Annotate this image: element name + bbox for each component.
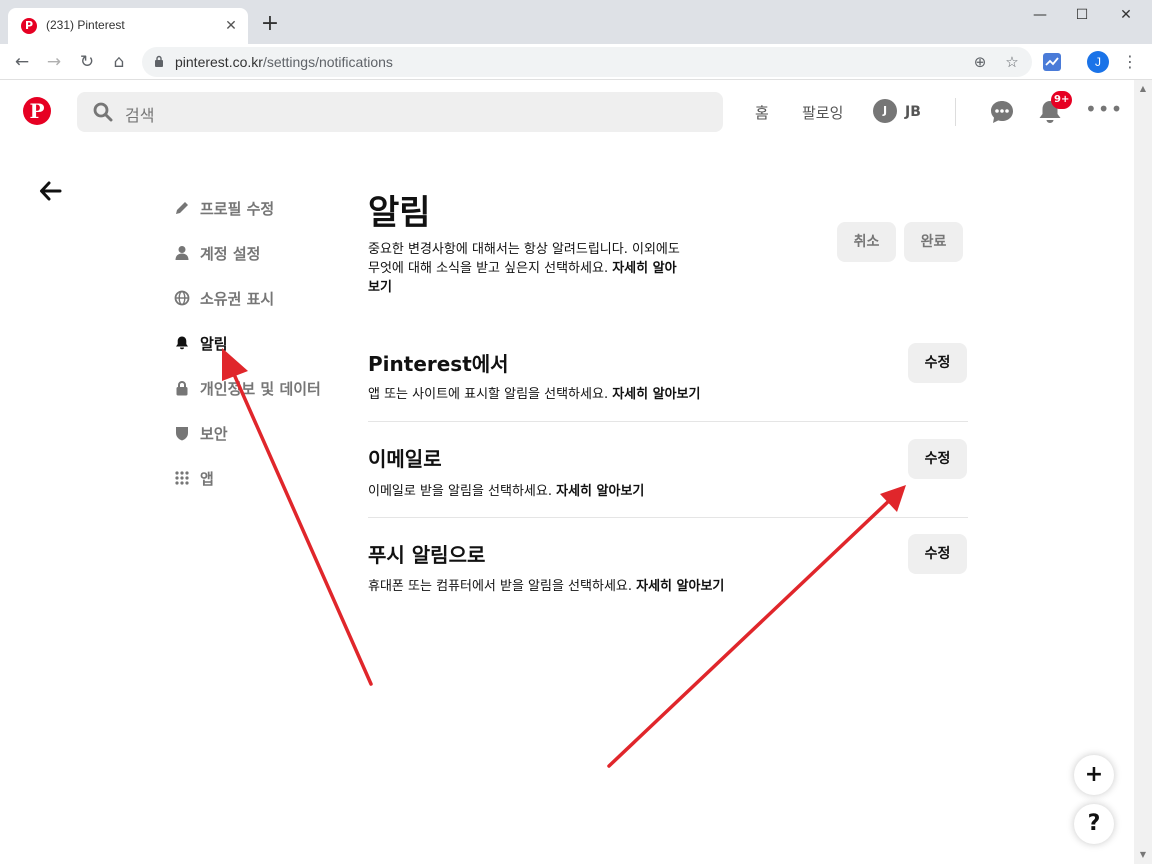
browser-tab[interactable]: P (231) Pinterest ✕ xyxy=(8,8,248,44)
section-divider xyxy=(368,517,968,518)
lock-icon xyxy=(155,55,163,67)
scroll-up-icon[interactable]: ▲ xyxy=(1134,80,1152,98)
learn-more-link[interactable]: 보기 xyxy=(368,280,392,295)
page-description-line: 무엇에 대해 소식을 받고 싶은지 선택하세요. xyxy=(368,261,609,276)
browser-profile-avatar[interactable]: J xyxy=(1087,51,1109,73)
close-window-button[interactable]: ✕ xyxy=(1111,5,1141,25)
sidebar-item-claim[interactable]: 소유권 표시 xyxy=(174,286,274,310)
user-avatar[interactable]: J xyxy=(873,99,897,123)
address-bar[interactable]: pinterest.co.kr/settings/notifications ⊕… xyxy=(142,47,1032,77)
back-arrow-icon[interactable] xyxy=(38,178,64,204)
section-description-text: 앱 또는 사이트에 표시할 알림을 선택하세요. xyxy=(368,387,609,402)
sidebar-item-label: 보안 xyxy=(200,424,228,443)
search-input[interactable]: 검색 xyxy=(77,92,723,132)
learn-more-link[interactable]: 자세히 알아보기 xyxy=(612,387,700,402)
sidebar-item-label: 계정 설정 xyxy=(200,244,261,263)
edit-push-button[interactable]: 수정 xyxy=(908,534,967,574)
pinterest-header: P 검색 홈 팔로잉 J JB 9+ ••• xyxy=(0,80,1134,144)
messages-icon[interactable] xyxy=(988,98,1016,126)
notification-badge: 9+ xyxy=(1051,91,1073,109)
add-fab-button[interactable]: + xyxy=(1074,755,1114,795)
maximize-button[interactable]: ☐ xyxy=(1067,5,1097,25)
learn-more-link[interactable]: 자세히 알아 xyxy=(612,261,676,276)
learn-more-link[interactable]: 자세히 알아보기 xyxy=(556,484,644,499)
home-icon[interactable]: ⌂ xyxy=(107,50,131,74)
learn-more-link[interactable]: 자세히 알아보기 xyxy=(636,579,724,594)
sidebar-item-apps[interactable]: 앱 xyxy=(174,466,214,490)
bell-icon xyxy=(176,336,188,350)
sidebar-item-label: 앱 xyxy=(200,469,214,488)
section-description: 휴대폰 또는 컴퓨터에서 받을 알림을 선택하세요. 자세히 알아보기 xyxy=(368,575,724,594)
sidebar-item-account-settings[interactable]: 계정 설정 xyxy=(174,241,260,265)
lock-icon xyxy=(176,381,188,396)
minimize-button[interactable]: — xyxy=(1025,5,1055,25)
browser-menu-icon[interactable]: ⋮ xyxy=(1122,52,1138,72)
bookmark-star-icon[interactable]: ☆ xyxy=(1002,52,1022,72)
help-fab-button[interactable]: ? xyxy=(1074,804,1114,844)
reload-icon[interactable]: ↻ xyxy=(75,50,99,74)
back-icon[interactable]: ← xyxy=(10,50,34,74)
url-text: pinterest.co.kr/settings/notifications xyxy=(175,54,393,70)
person-icon xyxy=(175,246,189,260)
nav-home[interactable]: 홈 xyxy=(755,102,769,123)
page-scrollbar[interactable]: ▲ ▼ xyxy=(1134,80,1152,864)
sidebar-item-security[interactable]: 보안 xyxy=(174,421,228,445)
page-description: 중요한 변경사항에 대해서는 항상 알려드립니다. 이외에도 무엇에 대해 소식… xyxy=(368,240,728,297)
edit-pinterest-button[interactable]: 수정 xyxy=(908,343,967,383)
scroll-down-icon[interactable]: ▼ xyxy=(1134,846,1152,864)
pinterest-logo-icon[interactable]: P xyxy=(23,97,51,125)
section-description-text: 이메일로 받을 알림을 선택하세요. xyxy=(368,484,552,499)
url-path: /settings/notifications xyxy=(262,54,393,70)
sidebar-item-label: 개인정보 및 데이터 xyxy=(200,379,321,398)
globe-icon xyxy=(174,290,190,306)
section-title-push: 푸시 알림으로 xyxy=(368,543,486,567)
section-title-pinterest: Pinterest에서 xyxy=(368,352,509,376)
page-description-line: 중요한 변경사항에 대해서는 항상 알려드립니다. 이외에도 xyxy=(368,242,680,257)
cancel-button[interactable]: 취소 xyxy=(837,222,896,262)
search-placeholder: 검색 xyxy=(125,106,155,125)
page-title: 알림 xyxy=(368,193,431,233)
section-title-email: 이메일로 xyxy=(368,447,442,471)
section-description: 이메일로 받을 알림을 선택하세요. 자세히 알아보기 xyxy=(368,480,644,499)
sidebar-item-label: 소유권 표시 xyxy=(200,289,275,308)
shield-icon xyxy=(176,427,188,441)
grid-icon xyxy=(175,471,189,485)
annotation-arrow-email-edit xyxy=(607,485,906,768)
forward-icon[interactable]: → xyxy=(42,50,66,74)
browser-toolbar: ← → ↻ ⌂ pinterest.co.kr/settings/notific… xyxy=(0,44,1152,80)
section-description-text: 휴대폰 또는 컴퓨터에서 받을 알림을 선택하세요. xyxy=(368,579,632,594)
search-icon xyxy=(93,102,113,122)
nav-following[interactable]: 팔로잉 xyxy=(802,102,843,123)
sidebar-item-notifications[interactable]: 알림 xyxy=(174,331,228,355)
pinterest-favicon-icon: P xyxy=(21,18,37,34)
tab-close-icon[interactable]: ✕ xyxy=(222,17,240,35)
sidebar-item-privacy-data[interactable]: 개인정보 및 데이터 xyxy=(174,376,321,400)
extension-icon[interactable] xyxy=(1043,53,1061,71)
sidebar-item-edit-profile[interactable]: 프로필 수정 xyxy=(174,196,274,220)
add-page-icon[interactable]: ⊕ xyxy=(970,52,990,72)
edit-email-button[interactable]: 수정 xyxy=(908,439,967,479)
browser-tab-strip: P (231) Pinterest ✕ + — ☐ ✕ xyxy=(0,0,1152,44)
more-options-icon[interactable]: ••• xyxy=(1085,97,1123,121)
section-description: 앱 또는 사이트에 표시할 알림을 선택하세요. 자세히 알아보기 xyxy=(368,383,700,402)
sidebar-item-label: 알림 xyxy=(200,334,228,353)
section-divider xyxy=(368,421,968,422)
tab-title: (231) Pinterest xyxy=(46,18,125,32)
done-button[interactable]: 완료 xyxy=(904,222,963,262)
user-name[interactable]: JB xyxy=(905,104,921,120)
pencil-icon xyxy=(176,202,188,214)
header-divider xyxy=(955,98,956,126)
new-tab-button[interactable]: + xyxy=(260,13,280,35)
url-host: pinterest.co.kr xyxy=(175,54,263,70)
sidebar-item-label: 프로필 수정 xyxy=(200,199,275,218)
